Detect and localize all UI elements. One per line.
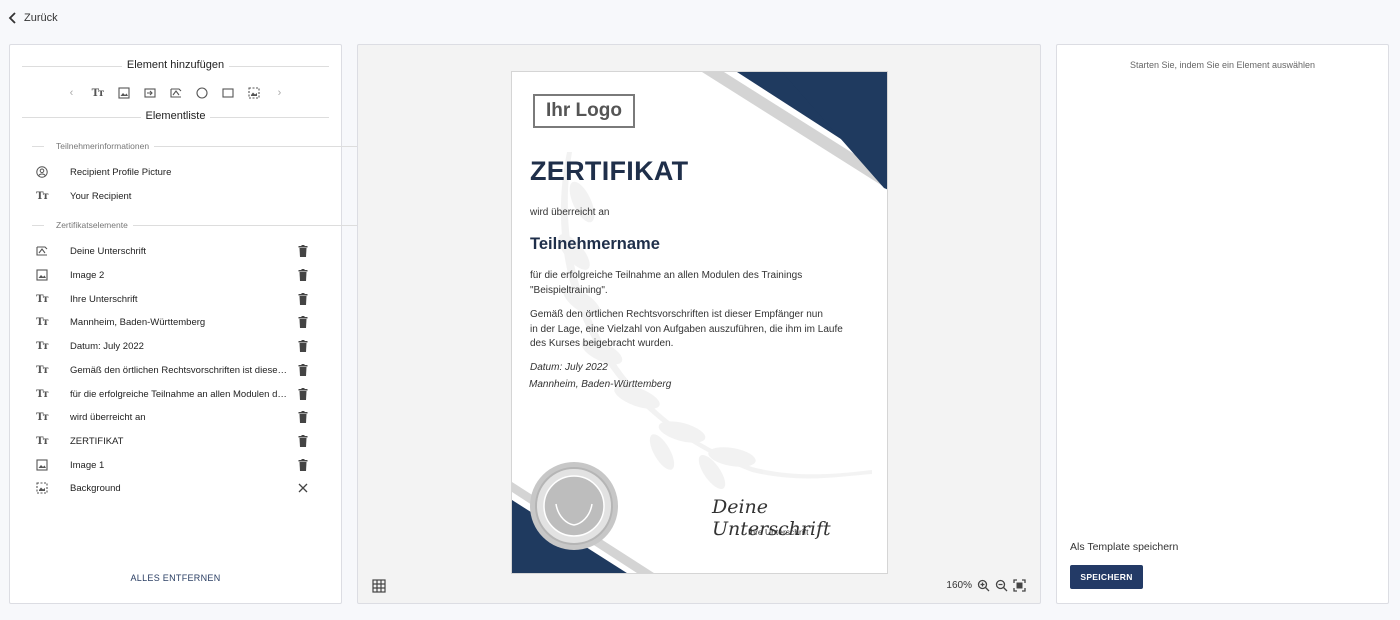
list-item-label: Your Recipient: [70, 190, 132, 202]
element-list-header: Elementliste: [22, 110, 329, 124]
zoom-out-icon[interactable]: [995, 579, 1008, 592]
recipient-name[interactable]: Teilnehmername: [530, 235, 660, 254]
text-icon: Tт: [36, 435, 49, 447]
list-item[interactable]: Tт ZERTIFIKAT: [10, 432, 341, 450]
circle-icon[interactable]: [195, 86, 209, 100]
trash-icon[interactable]: [297, 315, 309, 329]
list-item-label: Recipient Profile Picture: [70, 166, 172, 178]
participant-section-header: Teilnehmerinformationen: [32, 139, 363, 153]
completion-text[interactable]: für die erfolgreiche Teilnahme an allen …: [530, 269, 860, 298]
back-button[interactable]: Zurück: [8, 12, 58, 24]
signature-icon: [35, 244, 49, 258]
trash-icon[interactable]: [297, 410, 309, 424]
text-icon: Tт: [36, 293, 49, 305]
list-item[interactable]: Tт Ihre Unterschrift: [10, 290, 341, 308]
select-element-hint: Starten Sie, indem Sie ein Element auswä…: [1129, 60, 1316, 70]
list-item[interactable]: Tт Your Recipient: [10, 187, 341, 205]
list-item-label: Deine Unterschrift: [70, 245, 147, 257]
signature-icon[interactable]: [169, 86, 183, 100]
canvas-area: Ihr Logo ZERTIFIKAT wird überreicht an T…: [357, 44, 1041, 604]
trash-icon[interactable]: [297, 244, 309, 258]
image-icon: [35, 268, 49, 282]
place-text[interactable]: Mannheim, Baden-Württemberg: [529, 379, 671, 390]
save-template-label: Als Template speichern: [1070, 541, 1179, 553]
logo-placeholder[interactable]: Ihr Logo: [533, 94, 635, 128]
image-icon[interactable]: [117, 86, 131, 100]
element-panel: Element hinzufügen ‹ Tт › Elementliste T…: [9, 44, 342, 604]
zoom-in-icon[interactable]: [977, 579, 990, 592]
list-item[interactable]: Tт Mannheim, Baden-Württemberg: [10, 313, 341, 331]
text-icon: Tт: [36, 190, 49, 202]
rectangle-icon[interactable]: [221, 86, 235, 100]
fit-screen-icon[interactable]: [1013, 579, 1026, 592]
cert-section-header: Zertifikatselemente: [32, 218, 363, 232]
back-label: Zurück: [24, 12, 58, 24]
list-item-label: Datum: July 2022: [70, 340, 144, 352]
text-icon: Tт: [36, 411, 49, 423]
list-item-label: für die erfolgreiche Teilnahme an allen …: [70, 388, 290, 400]
zoom-level: 160%: [946, 580, 972, 591]
properties-panel: Starten Sie, indem Sie ein Element auswä…: [1056, 44, 1389, 604]
list-item[interactable]: Recipient Profile Picture: [10, 163, 341, 181]
legal-text[interactable]: Gemäß den örtlichen Rechtsvorschriften i…: [530, 308, 865, 352]
zoom-controls: 160%: [946, 579, 1026, 592]
list-item-label: Image 1: [70, 459, 105, 471]
list-item-label: Background: [70, 482, 121, 494]
list-item[interactable]: Tт für die erfolgreiche Teilnahme an all…: [10, 385, 341, 403]
list-item-label: ZERTIFIKAT: [70, 435, 124, 447]
date-text[interactable]: Datum: July 2022: [530, 362, 608, 373]
trash-icon[interactable]: [297, 292, 309, 306]
list-item[interactable]: Tт Datum: July 2022: [10, 337, 341, 355]
text-icon: Tт: [36, 340, 49, 352]
background-icon: [35, 481, 49, 495]
list-item-label: Image 2: [70, 269, 105, 281]
trash-icon[interactable]: [297, 434, 309, 448]
list-item[interactable]: Tт Gemäß den örtlichen Rechtsvorschrifte…: [10, 361, 341, 379]
text-icon: Tт: [36, 316, 49, 328]
list-item[interactable]: Tт wird überreicht an: [10, 408, 341, 426]
certificate-preview[interactable]: Ihr Logo ZERTIFIKAT wird überreicht an T…: [511, 71, 888, 574]
save-button[interactable]: SPEICHERN: [1070, 565, 1143, 589]
list-item-label: wird überreicht an: [70, 411, 146, 423]
trash-icon[interactable]: [297, 363, 309, 377]
list-item[interactable]: Deine Unterschrift: [10, 242, 341, 260]
background-icon[interactable]: [247, 86, 261, 100]
chevron-right-icon[interactable]: ›: [273, 86, 287, 100]
text-icon: Tт: [36, 388, 49, 400]
list-item-label: Gemäß den örtlichen Rechtsvorschriften i…: [70, 364, 290, 376]
image-icon: [35, 458, 49, 472]
list-item-label: Mannheim, Baden-Württemberg: [70, 316, 206, 328]
element-toolbar: ‹ Tт ›: [10, 82, 341, 104]
grid-icon[interactable]: [372, 579, 386, 593]
remove-all-button[interactable]: ALLES ENTFERNEN: [10, 573, 341, 583]
close-icon[interactable]: [297, 481, 309, 495]
trash-icon[interactable]: [297, 458, 309, 472]
signature-label[interactable]: Ihre Unterschrift: [748, 527, 808, 537]
trash-icon[interactable]: [297, 387, 309, 401]
chevron-left-icon: [8, 12, 16, 24]
add-element-header: Element hinzufügen: [22, 59, 329, 73]
trash-icon[interactable]: [297, 339, 309, 353]
text-icon[interactable]: Tт: [91, 86, 105, 100]
list-item[interactable]: Image 1: [10, 456, 341, 474]
user-circle-icon: [35, 165, 49, 179]
field-icon[interactable]: [143, 86, 157, 100]
certificate-title[interactable]: ZERTIFIKAT: [530, 156, 688, 187]
chevron-left-icon[interactable]: ‹: [65, 86, 79, 100]
list-item[interactable]: Background: [10, 479, 341, 497]
list-item[interactable]: Image 2: [10, 266, 341, 284]
list-item-label: Ihre Unterschrift: [70, 293, 138, 305]
text-icon: Tт: [36, 364, 49, 376]
trash-icon[interactable]: [297, 268, 309, 282]
presented-to-text[interactable]: wird überreicht an: [530, 207, 609, 218]
